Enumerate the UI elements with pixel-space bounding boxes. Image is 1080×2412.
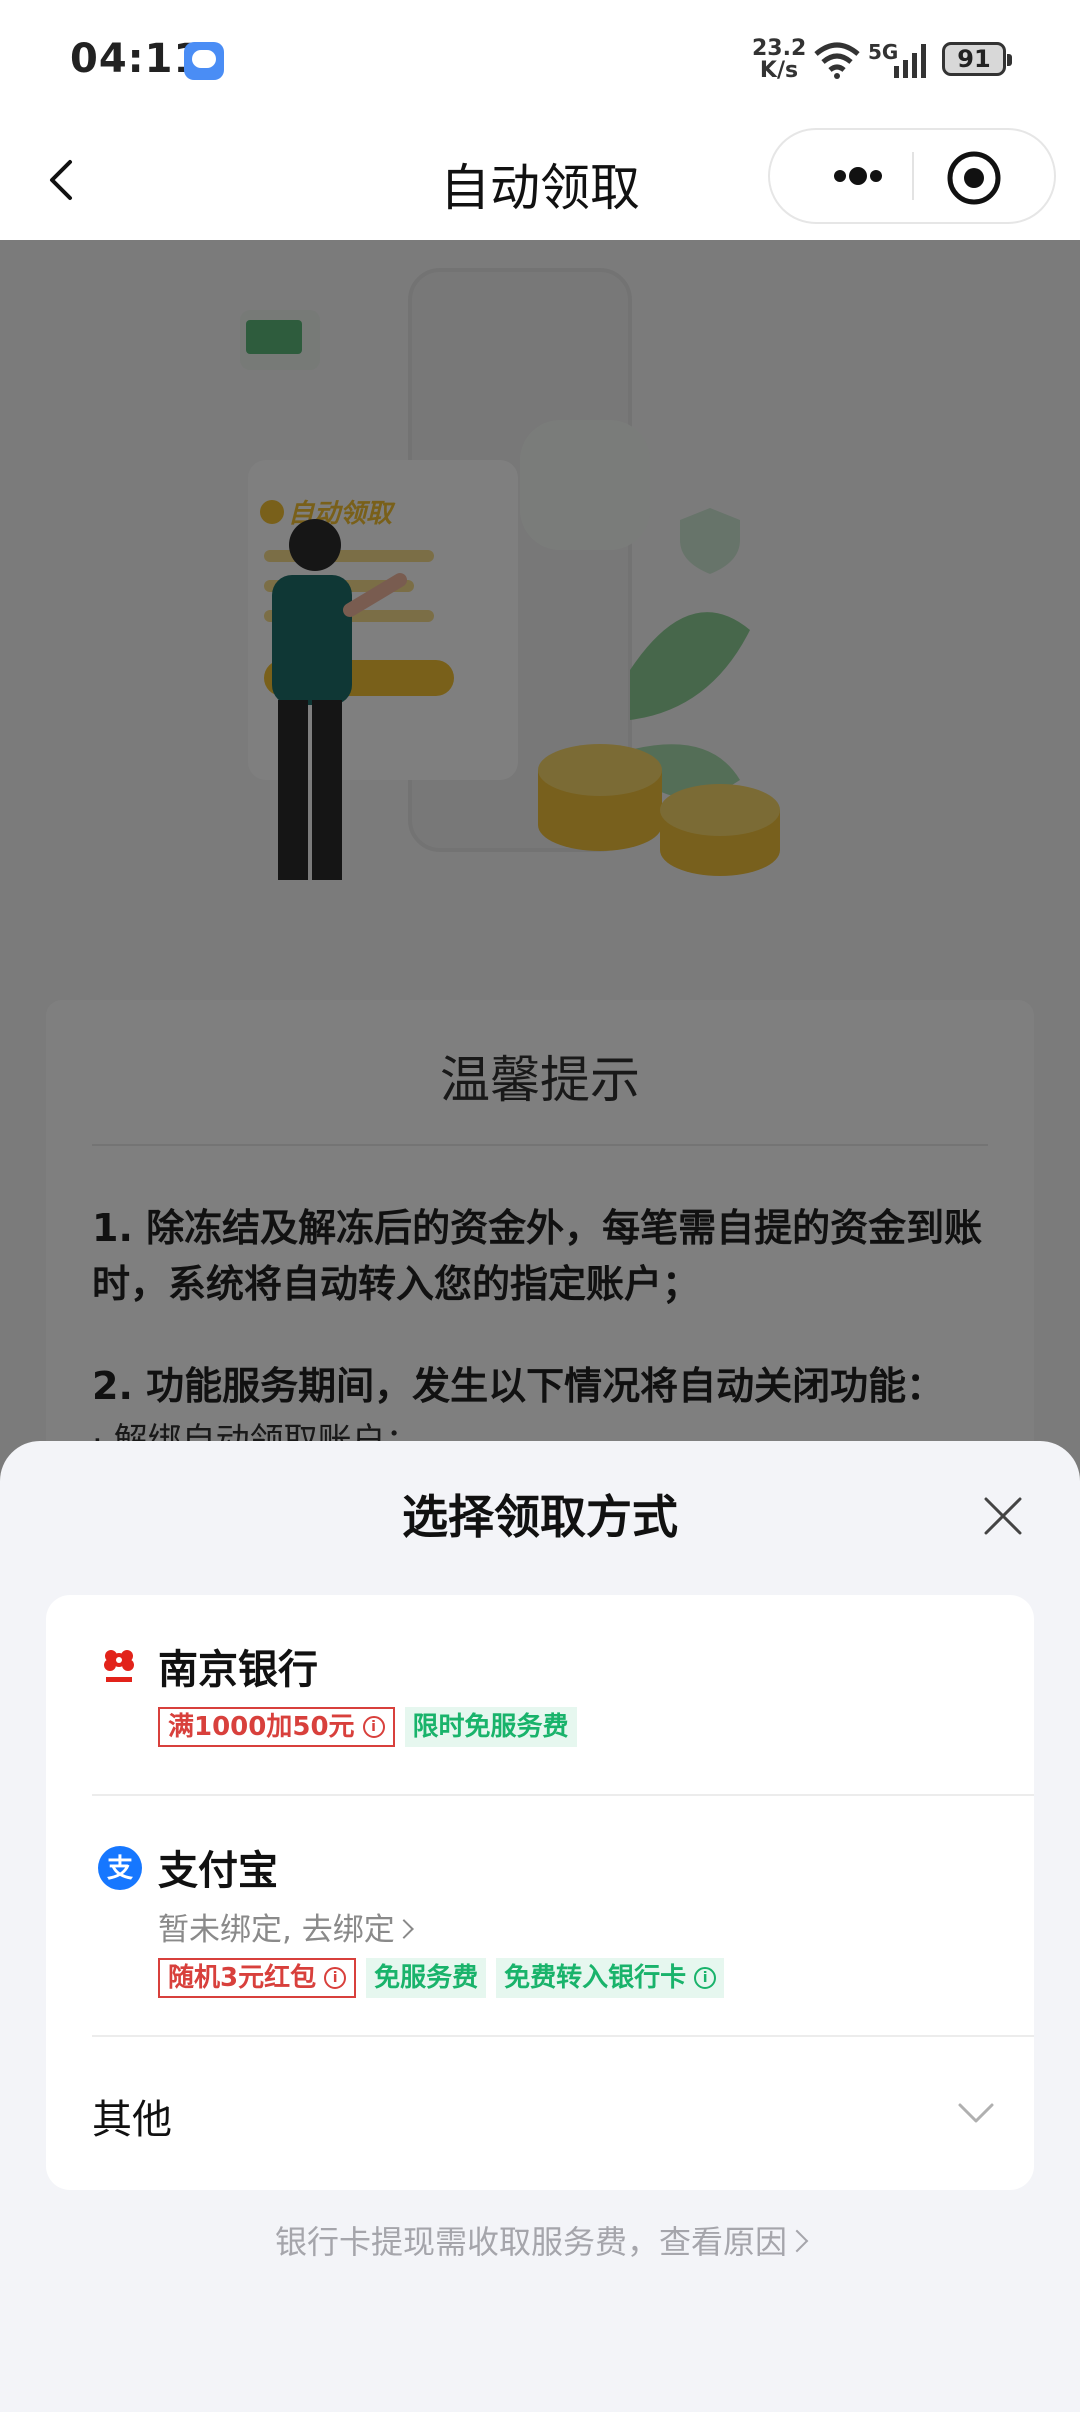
transfer-tag: 免费转入银行卡 i [496, 1958, 725, 1998]
cell-signal-icon [894, 44, 926, 78]
capsule-divider [912, 152, 914, 200]
transfer-tag-label: 免费转入银行卡 [504, 1963, 687, 1993]
fee-tag: 限时免服务费 [404, 1707, 577, 1747]
info-icon[interactable]: i [324, 1967, 347, 1989]
option-name: 南京银行 [158, 1647, 318, 1693]
alipay-logo-icon: 支 [98, 1846, 142, 1890]
other-label: 其他 [92, 2097, 172, 2143]
fee-tag: 免服务费 [366, 1958, 487, 1998]
option-alipay[interactable]: 支 支付宝 暂未绑定, 去绑定 随机3元红包 i 免服务费 免费转入银行卡 i [46, 1796, 1034, 2036]
battery-icon: 91 [942, 42, 1012, 76]
wifi-icon [814, 42, 860, 79]
promo-tag: 满1000加50元 i [158, 1707, 395, 1747]
service-fee-link[interactable]: 银行卡提现需收取服务费，查看原因 [0, 2217, 1080, 2263]
fee-tag-label: 免服务费 [374, 1963, 479, 1993]
option-tags: 随机3元红包 i 免服务费 免费转入银行卡 i [158, 1958, 725, 1998]
bind-account-label: 暂未绑定, 去绑定 [158, 1912, 395, 1948]
network-speed-unit: K/s [759, 58, 799, 83]
options-card: 南京银行 满1000加50元 i 限时免服务费 支 支付宝 暂未绑定, 去绑定 [46, 1595, 1034, 2190]
bind-account-link[interactable]: 暂未绑定, 去绑定 [158, 1904, 414, 1949]
service-fee-label: 银行卡提现需收取服务费，查看原因 [274, 2223, 787, 2261]
promo-tag: 随机3元红包 i [158, 1958, 357, 1998]
message-notification-icon [184, 42, 224, 80]
option-name: 支付宝 [158, 1848, 278, 1894]
nanjing-bank-logo-icon [104, 1650, 134, 1682]
fee-tag-label: 限时免服务费 [412, 1712, 569, 1742]
status-bar: 04:11 23.2 K/s 5G 91 [0, 0, 1080, 120]
info-icon[interactable]: i [694, 1967, 717, 1989]
option-tags: 满1000加50元 i 限时免服务费 [158, 1707, 577, 1747]
option-nanjing-bank[interactable]: 南京银行 满1000加50元 i 限时免服务费 [46, 1595, 1034, 1795]
close-mini-program-icon[interactable] [944, 148, 1004, 208]
more-icon[interactable] [800, 130, 910, 222]
chevron-right-icon [393, 1919, 414, 1939]
info-icon[interactable]: i [362, 1716, 385, 1738]
close-icon[interactable] [980, 1493, 1026, 1539]
svg-text:支: 支 [107, 1854, 133, 1884]
claim-method-sheet: 选择领取方式 南京银行 满1000加50元 i 限时免服务费 支 支付宝 暂未绑… [0, 1441, 1080, 2412]
promo-tag-label: 随机3元红包 [168, 1963, 317, 1993]
sheet-title: 选择领取方式 [402, 1490, 678, 1544]
chevron-down-icon[interactable] [956, 2097, 996, 2127]
chevron-right-icon [785, 2229, 809, 2253]
promo-tag-label: 满1000加50元 [168, 1712, 355, 1742]
mini-program-capsule [768, 128, 1056, 224]
status-time: 04:11 [70, 36, 203, 82]
battery-level: 91 [957, 45, 991, 73]
network-speed: 23.2 K/s [752, 38, 806, 82]
network-speed-value: 23.2 [752, 36, 807, 61]
nav-bar: 自动领取 [0, 120, 1080, 240]
option-other[interactable]: 其他 [46, 2035, 1034, 2190]
